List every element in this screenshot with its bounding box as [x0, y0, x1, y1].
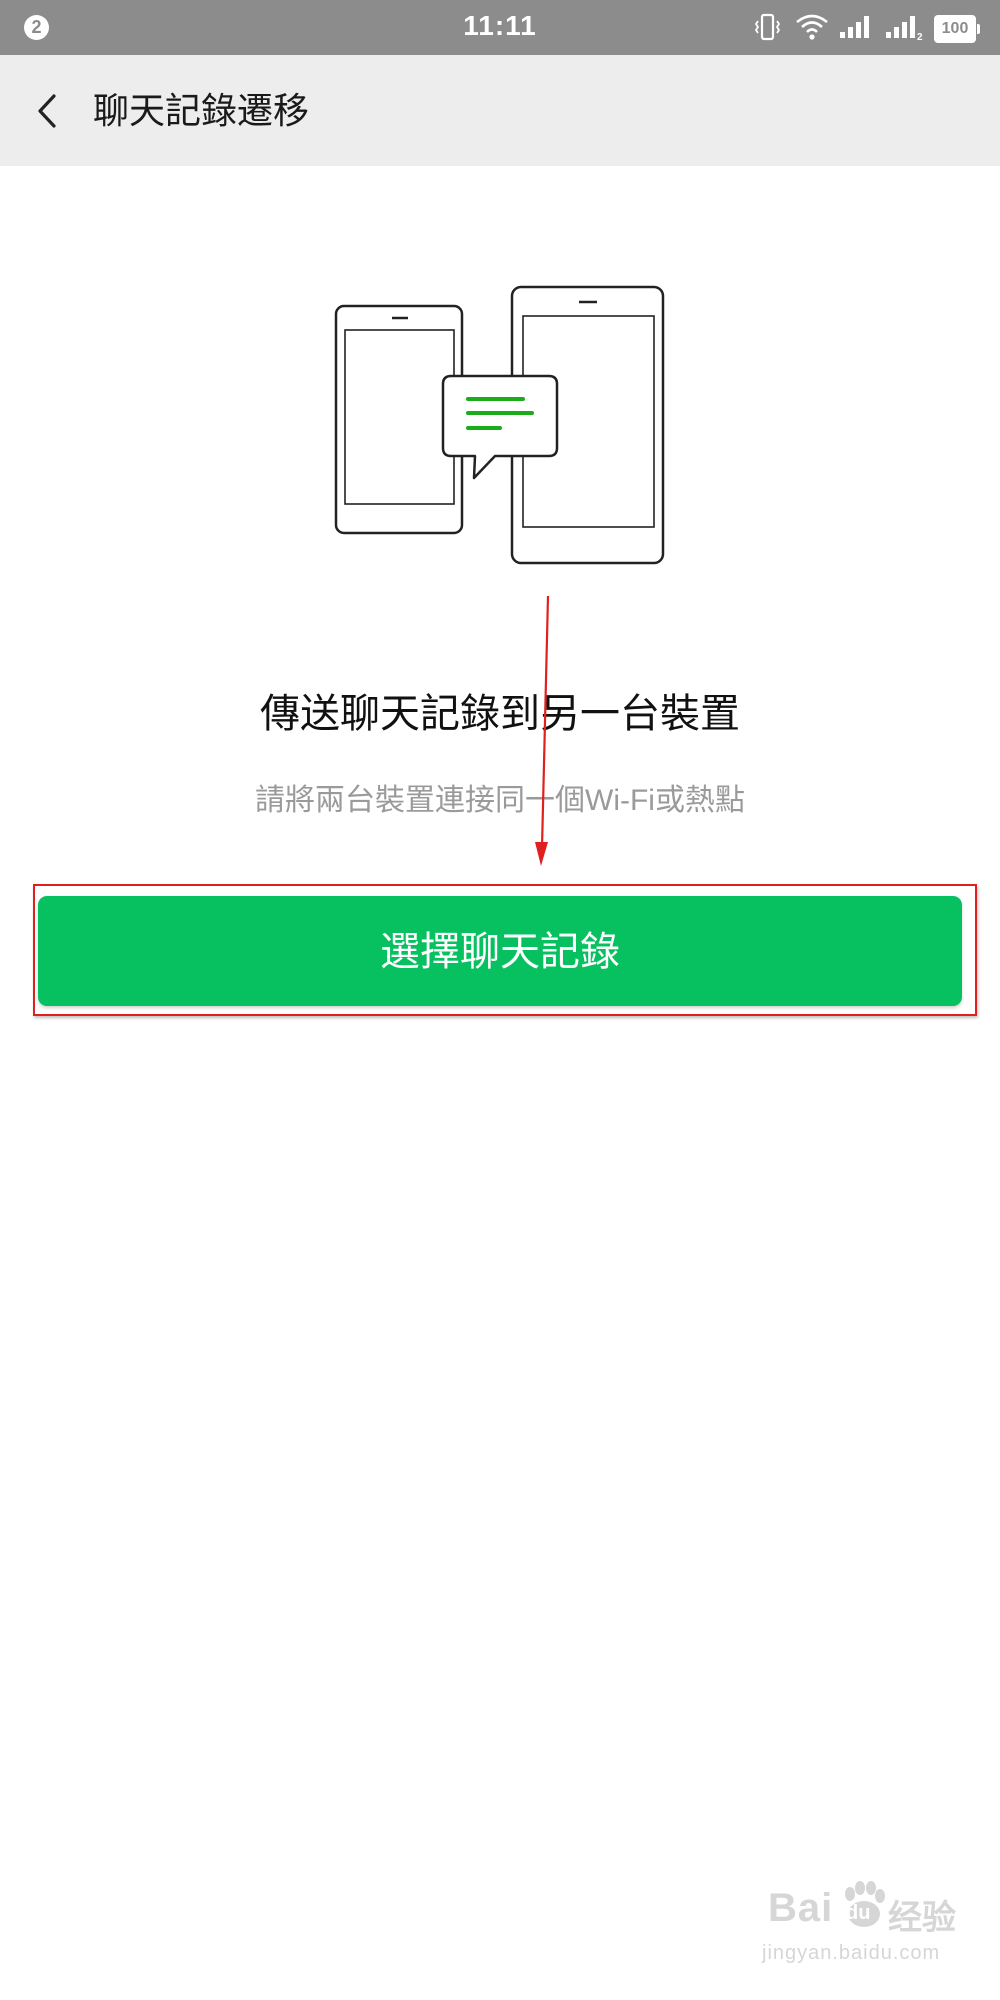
transfer-heading: 傳送聊天記錄到另一台裝置: [260, 692, 740, 736]
watermark-url: jingyan.baidu.com: [762, 1942, 941, 1964]
watermark-du: du: [846, 1902, 871, 1924]
transfer-subtitle: 請將兩台裝置連接同一個Wi-Fi或熱點: [255, 784, 745, 817]
baidu-jingyan-watermark: Bai du 经验 jingyan.baidu.com: [760, 1880, 960, 1980]
watermark-jingyan: 经验: [888, 1899, 956, 1937]
watermark-bai: Bai: [768, 1886, 834, 1930]
select-chat-history-button[interactable]: 選擇聊天記錄: [38, 896, 962, 1006]
phones-transfer-illustration: [334, 285, 665, 565]
